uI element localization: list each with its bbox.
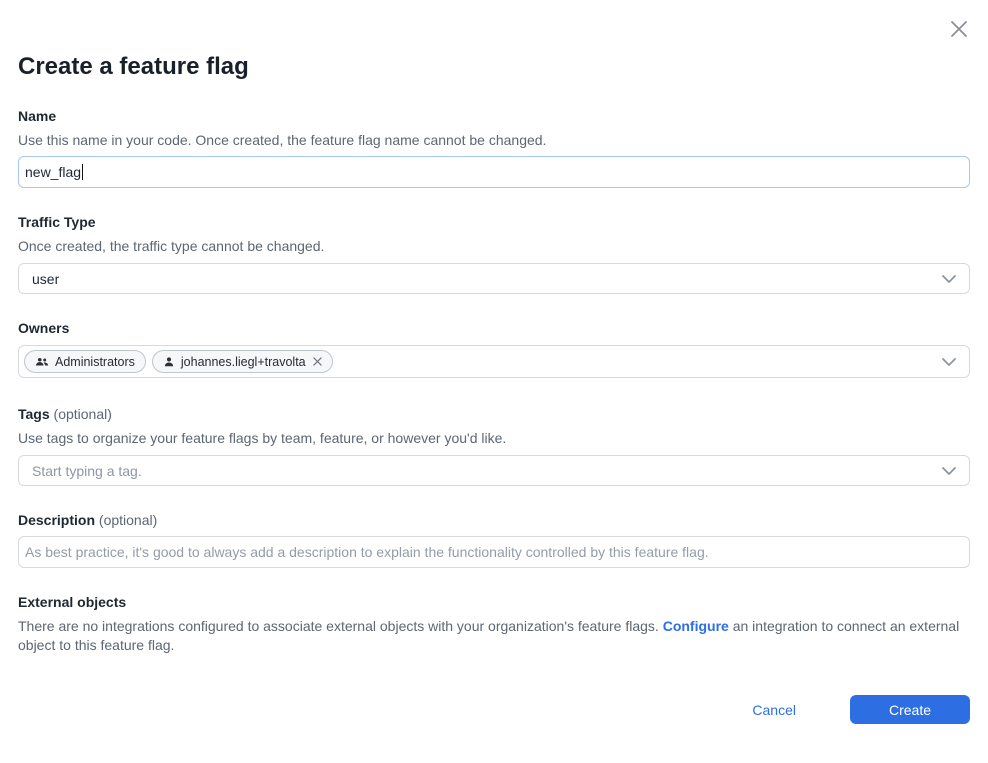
create-feature-flag-modal: Create a feature flag Name Use this name… <box>0 0 988 724</box>
owners-chips: Administrators johannes.liegl+travolta <box>24 350 333 373</box>
cancel-button[interactable]: Cancel <box>746 701 802 719</box>
owner-chip-label: Administrators <box>55 355 135 369</box>
chevron-down-icon <box>942 358 956 366</box>
tags-placeholder: Start typing a tag. <box>32 463 142 479</box>
create-button[interactable]: Create <box>850 695 970 724</box>
owner-chip: Administrators <box>24 350 146 373</box>
name-label: Name <box>18 107 970 126</box>
traffic-type-value: user <box>32 271 59 287</box>
traffic-type-label: Traffic Type <box>18 213 970 232</box>
external-objects-label: External objects <box>18 593 970 612</box>
description-optional-text: (optional) <box>99 512 157 528</box>
person-icon <box>163 356 175 368</box>
description-field-group: Description (optional) <box>18 511 970 568</box>
tags-field-group: Tags (optional) Use tags to organize you… <box>18 405 970 486</box>
owner-chip: johannes.liegl+travolta <box>152 350 333 373</box>
configure-link[interactable]: Configure <box>663 618 729 634</box>
tags-label: Tags (optional) <box>18 405 970 424</box>
external-objects-text-before: There are no integrations configured to … <box>18 618 663 634</box>
traffic-type-field-group: Traffic Type Once created, the traffic t… <box>18 213 970 294</box>
name-input[interactable] <box>18 156 970 188</box>
modal-title: Create a feature flag <box>18 53 970 81</box>
chevron-down-icon <box>942 275 956 283</box>
description-input[interactable] <box>18 536 970 568</box>
remove-owner-icon[interactable] <box>313 357 322 366</box>
tags-label-text: Tags <box>18 406 50 422</box>
external-objects-section: External objects There are no integratio… <box>18 593 970 655</box>
tags-optional-text: (optional) <box>54 406 112 422</box>
tags-select[interactable]: Start typing a tag. <box>18 455 970 486</box>
close-icon <box>949 19 969 39</box>
owners-field-group: Owners Administrators johannes.liegl+trav… <box>18 319 970 378</box>
close-button[interactable] <box>946 16 972 42</box>
group-icon <box>35 356 49 368</box>
owner-chip-label: johannes.liegl+travolta <box>181 355 306 369</box>
chevron-down-icon <box>942 467 956 475</box>
external-objects-text: There are no integrations configured to … <box>18 617 970 655</box>
owners-label: Owners <box>18 319 970 338</box>
modal-footer: Cancel Create <box>18 695 970 724</box>
traffic-type-help-text: Once created, the traffic type cannot be… <box>18 237 970 256</box>
owners-select[interactable]: Administrators johannes.liegl+travolta <box>18 345 970 378</box>
description-label-text: Description <box>18 512 95 528</box>
description-label: Description (optional) <box>18 511 970 530</box>
traffic-type-select[interactable]: user <box>18 263 970 294</box>
text-cursor <box>82 164 83 180</box>
name-help-text: Use this name in your code. Once created… <box>18 131 970 150</box>
tags-help-text: Use tags to organize your feature flags … <box>18 429 970 448</box>
name-field-group: Name Use this name in your code. Once cr… <box>18 107 970 188</box>
